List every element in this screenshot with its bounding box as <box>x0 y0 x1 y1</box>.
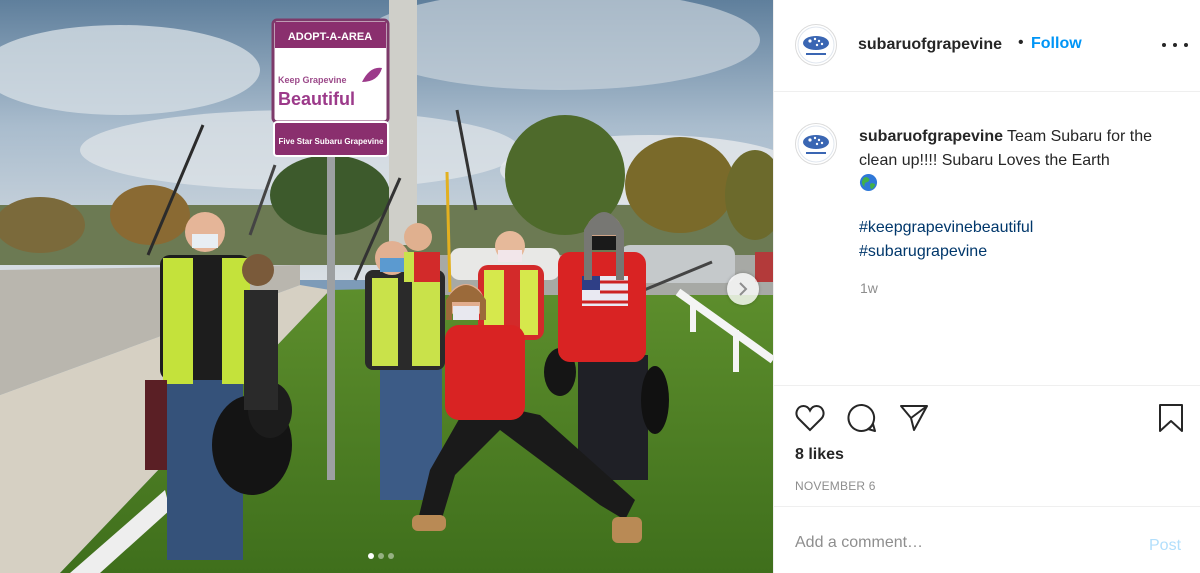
carousel-next-button[interactable] <box>727 273 759 305</box>
save-button[interactable] <box>1155 402 1187 434</box>
follow-button[interactable]: Follow <box>1031 35 1082 53</box>
comment-button[interactable] <box>846 402 878 434</box>
sign-sponsor: Five Star Subaru Grapevine <box>279 137 384 146</box>
subaru-logo-icon <box>797 125 835 163</box>
header-separator: • <box>1018 34 1024 51</box>
post-side-panel: subaruofgrapevine • Follow subaruofgrape… <box>773 0 1200 573</box>
caption-text-block: subaruofgrapevine Team Subaru for the cle… <box>859 125 1179 197</box>
post-date[interactable]: NOVEMBER 6 <box>795 479 876 493</box>
post-caption: subaruofgrapevine Team Subaru for the cle… <box>774 93 1200 386</box>
hashtag-list: #keepgrapevinebeautiful #subarugrapevine <box>859 216 1033 264</box>
more-options-button[interactable] <box>1162 34 1188 56</box>
post-image: ADOPT-A-AREA Keep Grapevine Beautiful Fi… <box>0 0 773 573</box>
hashtag-link[interactable]: #subarugrapevine <box>859 240 1033 264</box>
comment-box: Post <box>774 508 1200 573</box>
caption-username[interactable]: subaruofgrapevine <box>859 128 1003 145</box>
comment-bubble-icon <box>847 403 876 432</box>
post-actions: 8 likes NOVEMBER 6 <box>774 387 1200 507</box>
carousel-dot-active <box>368 553 374 559</box>
like-button[interactable] <box>794 402 826 434</box>
more-icon <box>1162 43 1166 47</box>
carousel-indicator <box>368 553 394 559</box>
more-icon <box>1173 43 1177 47</box>
caption-timestamp[interactable]: 1w <box>860 280 878 296</box>
sign-header: ADOPT-A-AREA <box>288 31 372 43</box>
bookmark-icon <box>1159 404 1183 432</box>
share-button[interactable] <box>898 402 930 434</box>
send-icon <box>900 405 928 431</box>
sign-line1: Keep Grapevine <box>278 75 347 85</box>
subaru-logo-icon <box>797 26 835 64</box>
caption-avatar[interactable] <box>795 123 837 165</box>
hashtag-link[interactable]: #keepgrapevinebeautiful <box>859 216 1033 240</box>
comment-input[interactable] <box>795 534 1125 552</box>
chevron-right-icon <box>739 282 748 296</box>
heart-icon <box>795 404 825 432</box>
sign-line2: Beautiful <box>278 89 355 109</box>
carousel-dot <box>378 553 384 559</box>
post-header: subaruofgrapevine • Follow <box>774 0 1200 92</box>
header-username[interactable]: subaruofgrapevine <box>858 36 1002 54</box>
like-count[interactable]: 8 likes <box>795 446 844 464</box>
post-photo[interactable]: ADOPT-A-AREA Keep Grapevine Beautiful Fi… <box>0 0 773 573</box>
avatar[interactable] <box>795 24 837 66</box>
more-icon <box>1184 43 1188 47</box>
carousel-dot <box>388 553 394 559</box>
post-comment-button[interactable]: Post <box>1149 537 1181 555</box>
earth-globe-icon <box>859 173 878 192</box>
